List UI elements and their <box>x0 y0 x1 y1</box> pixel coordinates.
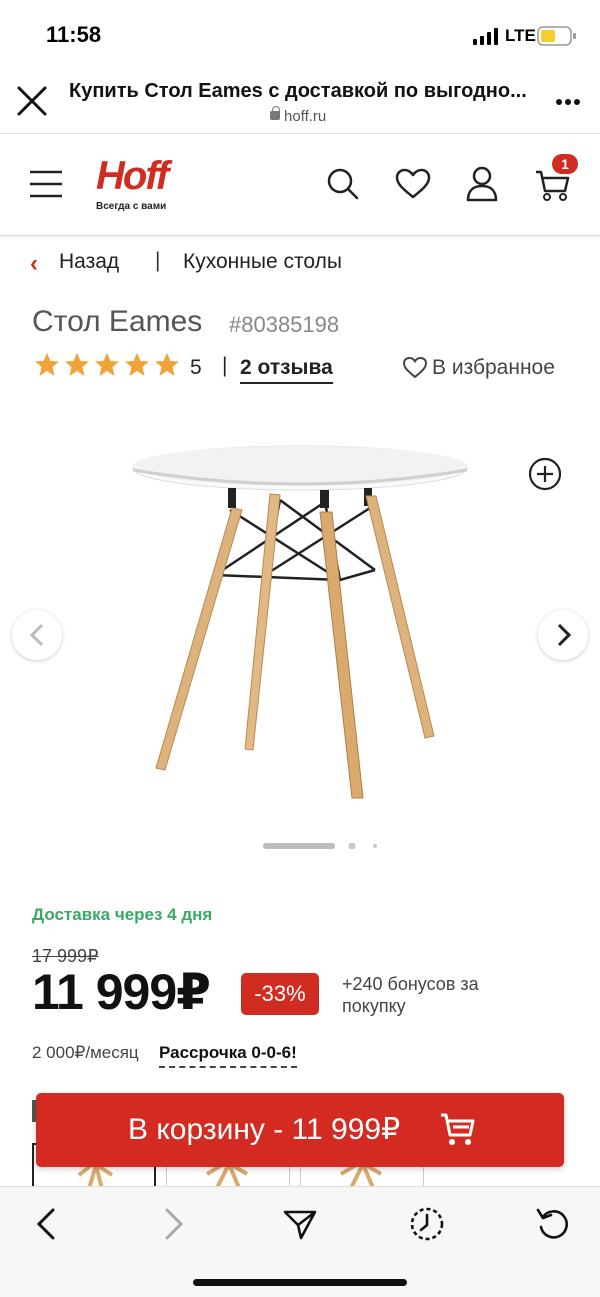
zoom-in-icon[interactable] <box>527 456 563 492</box>
home-indicator <box>193 1279 407 1286</box>
logo-tagline: Всегда с вами <box>96 201 167 212</box>
lock-icon <box>270 106 280 120</box>
status-bar: 11:58 LTE <box>0 0 600 66</box>
more-icon[interactable] <box>555 98 581 106</box>
menu-icon[interactable] <box>29 170 63 198</box>
chevron-left-icon <box>29 623 44 647</box>
add-to-cart-button[interactable]: В корзину - 11 999₽ <box>36 1093 564 1167</box>
back-link[interactable]: Назад <box>59 250 119 274</box>
gallery-prev-button[interactable] <box>12 610 62 660</box>
user-icon[interactable] <box>466 166 498 202</box>
product-sku: #80385198 <box>229 312 340 337</box>
star-icon <box>155 353 179 376</box>
heart-outline-icon[interactable] <box>402 356 428 379</box>
close-icon[interactable] <box>16 85 48 117</box>
browser-domain: hoff.ru <box>270 106 327 125</box>
add-to-favorites[interactable]: В избранное <box>432 356 555 380</box>
installment-link[interactable]: Рассрочка 0-0-6! <box>159 1043 297 1068</box>
gallery-dot[interactable] <box>373 844 377 848</box>
logo[interactable]: Hoff <box>96 156 169 196</box>
cart-icon[interactable] <box>535 170 571 202</box>
bonus-info: +240 бонусов за покупку <box>342 974 479 1016</box>
add-to-cart-label: В корзину - 11 999₽ <box>128 1113 401 1146</box>
rating-stars <box>34 352 180 377</box>
rating-value: 5 <box>190 356 202 379</box>
browser-page-title: Купить Стол Eames с доставкой по выгодно… <box>69 80 527 102</box>
back-arrow-icon[interactable] <box>34 1207 58 1241</box>
monthly-payment: 2 000₽/месяц <box>32 1043 139 1062</box>
browser-header: Купить Стол Eames с доставкой по выгодно… <box>0 66 600 134</box>
gallery-next-button[interactable] <box>538 610 588 660</box>
breadcrumb-category[interactable]: Кухонные столы <box>183 250 342 274</box>
site-header: Hoff Всегда с вами <box>0 134 600 236</box>
star-icon <box>125 353 149 376</box>
history-icon[interactable] <box>408 1205 446 1243</box>
reviews-link[interactable]: 2 отзыва <box>240 356 333 384</box>
search-icon[interactable] <box>327 168 359 200</box>
share-icon[interactable] <box>282 1207 318 1241</box>
gallery-dot[interactable] <box>348 843 356 849</box>
product-gallery[interactable] <box>0 400 600 870</box>
cart-count-badge: 1 <box>552 154 578 174</box>
star-icon <box>35 353 59 376</box>
chevron-right-icon <box>557 623 572 647</box>
rating-separator: | <box>222 354 228 377</box>
delivery-info: Доставка через 4 дня <box>32 905 213 924</box>
gallery-pagination <box>263 843 377 849</box>
clock: 11:58 <box>46 22 102 47</box>
reload-icon[interactable] <box>535 1205 571 1241</box>
star-icon <box>95 353 119 376</box>
discount-badge: -33% <box>241 973 319 1015</box>
breadcrumb-separator: | <box>155 249 161 272</box>
domain-text: hoff.ru <box>284 108 327 125</box>
network-type: LTE <box>505 26 536 45</box>
signal-icon <box>473 28 498 45</box>
current-price: 11 999₽ <box>32 964 211 1020</box>
cart-icon <box>441 1113 475 1145</box>
gallery-dot-active[interactable] <box>263 843 335 849</box>
heart-icon[interactable] <box>395 168 431 200</box>
forward-arrow-icon[interactable] <box>162 1207 186 1241</box>
star-icon <box>65 353 89 376</box>
product-image <box>132 445 468 799</box>
product-title: Стол Eames <box>32 305 203 338</box>
battery-icon <box>537 26 576 46</box>
chevron-left-icon[interactable]: ‹ <box>30 250 38 278</box>
